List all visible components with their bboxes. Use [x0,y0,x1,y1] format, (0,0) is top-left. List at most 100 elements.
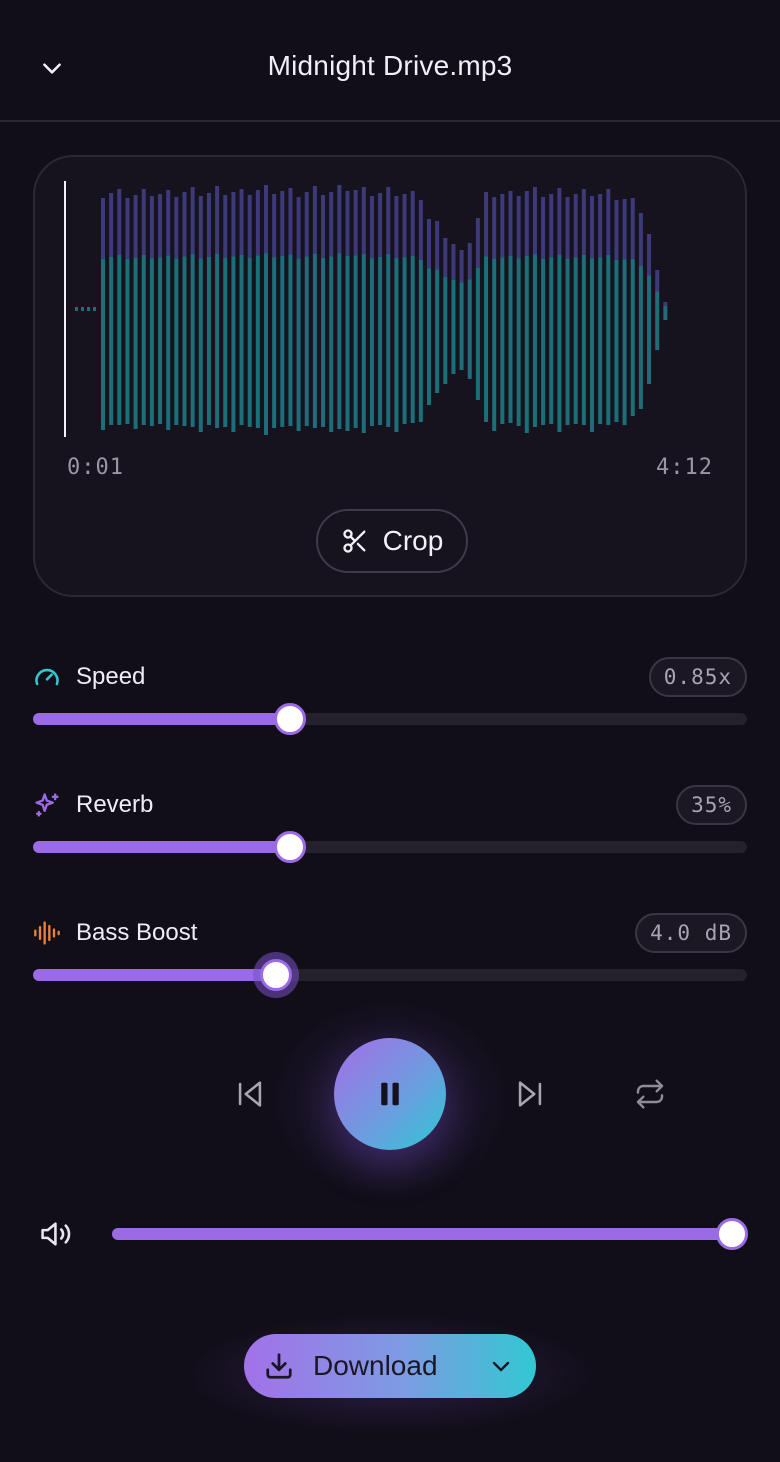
waveform-bar-top [541,197,546,259]
waveform-bar-top [190,187,195,255]
waveform-bar-bottom [247,257,252,427]
waveform-bar-top [231,192,236,257]
waveform-bar-bottom [321,257,326,427]
bass-boost-header: Bass Boost 4.0 dB [33,911,747,955]
waveform-bar-top [647,234,652,276]
speed-slider-thumb[interactable] [274,703,307,735]
repeat-button[interactable] [626,1070,674,1118]
waveform-bar-bottom [369,258,374,426]
waveform-bar-bottom [182,256,187,426]
waveform-bar-top [198,196,203,259]
waveform-bar-top [288,188,293,255]
speed-control: Speed 0.85x [33,655,747,745]
waveform-bar-bottom [109,256,114,425]
waveform-bar-top [304,192,309,257]
download-label: Download [313,1350,438,1381]
waveform-bar-bottom [255,255,260,428]
waveform-bar-bottom [443,277,448,384]
waveform-bar-top [264,185,268,254]
waveform-bar-bottom [149,258,154,426]
waveform[interactable] [63,179,723,441]
waveform-bar-top [492,197,497,259]
reverb-value-badge: 35% [676,785,747,825]
bass-boost-slider-thumb[interactable] [259,959,292,991]
waveform-bar-bottom [606,255,611,425]
previous-button[interactable] [226,1070,274,1118]
bass-boost-slider-fill [33,969,276,981]
waveform-bar-bottom [638,265,643,409]
waveform-bar-top [280,191,285,256]
next-button[interactable] [506,1070,554,1118]
waveform-bar-top [443,238,448,278]
waveform-bar-top [117,189,122,255]
waveform-bar-top [663,302,668,306]
waveform-bar-top [451,244,456,280]
waveform-bar-bottom [532,254,537,427]
waveform-bar-bottom [524,255,529,433]
waveform-bar-top [133,195,138,258]
waveform-bar-bottom [541,258,546,425]
download-area: Download [184,1314,596,1434]
page-title: Midnight Drive.mp3 [267,50,513,81]
pause-button[interactable] [334,1038,446,1150]
waveform-bar-bottom [231,256,236,432]
waveform-bar-bottom [614,259,619,422]
sparkles-icon [35,793,59,817]
waveform-bar-top [329,192,334,257]
waveform-bar-bottom [206,256,211,425]
download-icon [266,1353,292,1379]
waveform-bar-bottom [215,253,220,428]
waveform-bar-bottom [361,254,366,433]
waveform-intro-tick [93,307,96,311]
mute-button[interactable] [40,1218,80,1250]
waveform-bar-top [369,196,374,259]
chevron-down-icon[interactable] [488,1354,514,1378]
bass-boost-slider[interactable] [33,959,747,991]
waveform-bar-top [532,187,537,255]
volume-slider[interactable] [112,1218,748,1250]
reverb-header: Reverb 35% [33,783,747,827]
waveform-bar-top [272,194,277,258]
waveform-bar-top [549,194,554,258]
download-button[interactable]: Download [244,1334,536,1398]
volume-slider-thumb[interactable] [716,1218,748,1250]
waveform-bar-bottom [418,259,423,422]
waveform-bar-top [378,193,383,257]
waveform-bar-top [158,194,163,258]
waveform-bar-top [101,198,105,260]
waveform-bar-top [321,195,326,258]
waveform-bar-bottom [264,253,268,435]
waveform-bar-top [557,188,562,255]
waveform-bar-top [655,270,660,292]
reverb-slider-thumb[interactable] [274,831,307,863]
waveform-bar-bottom [663,305,668,320]
waveform-bar-top [247,195,252,258]
pause-icon [381,1082,399,1106]
waveform-bar-top [255,190,260,256]
waveform-bar-bottom [239,255,244,425]
waveform-bar-top [427,219,431,269]
waveform-bar-bottom [133,257,138,429]
waveform-bar-top [125,198,130,260]
waveform-card: 0:01 4:12 Crop [33,155,747,597]
playhead[interactable] [64,181,66,437]
waveform-bar-bottom [500,257,505,424]
repeat-icon [636,1079,664,1109]
waveform-bar-top [337,185,342,254]
waveform-bar-top [500,194,505,258]
current-time: 0:01 [67,455,124,480]
waveform-bar-bottom [337,253,342,429]
reverb-slider[interactable] [33,831,747,863]
speed-slider[interactable] [33,703,747,735]
waveform-bar-top [638,213,643,266]
waveform-bar-top [394,196,399,259]
reverb-control: Reverb 35% [33,783,747,873]
waveform-intro-tick [81,307,84,311]
waveform-bar-bottom [581,255,586,425]
waveform-bars[interactable] [63,179,723,441]
waveform-bar-top [386,187,391,255]
waveform-bar-bottom [598,257,603,424]
crop-button[interactable]: Crop [316,509,468,573]
waveform-bar-top [435,221,440,270]
waveform-bar-bottom [353,255,358,428]
